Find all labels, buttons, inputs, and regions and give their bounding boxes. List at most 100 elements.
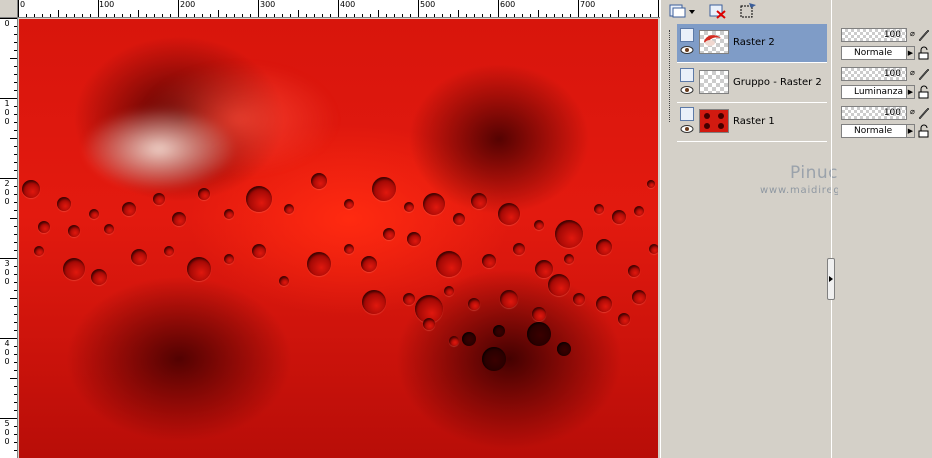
raster-layer-icon [680, 107, 694, 121]
panel-splitter-handle[interactable] [827, 258, 835, 300]
bubble [91, 269, 107, 285]
blend-mode-select[interactable]: Normale [841, 46, 907, 60]
canvas-frame [19, 19, 658, 458]
bubble [372, 177, 396, 201]
bubble [471, 193, 487, 209]
bubble [548, 274, 570, 296]
ruler-label: 400 [340, 0, 356, 9]
bubble [594, 204, 604, 214]
ruler-label: 0 [4, 19, 10, 28]
new-layer-icon [669, 4, 695, 18]
ruler-label: 0 [4, 197, 10, 206]
stroke-mark: ⌀ [910, 68, 915, 77]
ruler-label: 0 [4, 268, 10, 277]
brush-icon[interactable] [917, 67, 931, 81]
blend-mode-select[interactable]: Normale [841, 124, 907, 138]
blend-mode-select[interactable]: Luminanza [841, 85, 907, 99]
mask-button[interactable] [737, 1, 759, 21]
ruler-label: 5 [4, 419, 10, 428]
bubble [596, 239, 612, 255]
ruler-label: 300 [260, 0, 276, 9]
bubble [34, 246, 44, 256]
raster2-thumb-graphic [704, 35, 722, 46]
bubble [122, 202, 136, 216]
ruler-label: 0 [4, 277, 10, 286]
bubble [436, 251, 462, 277]
layer-row-gruppo-raster-2[interactable]: Gruppo - Raster 2 [677, 64, 827, 103]
bubble [423, 193, 445, 215]
bubble [618, 313, 630, 325]
bubble [68, 225, 80, 237]
stroke-mark: ⌀ [910, 107, 915, 116]
stroke-mark: ⌀ [910, 29, 915, 38]
image-canvas[interactable] [19, 19, 658, 458]
ruler-vertical[interactable]: 0 1 0 0 2 0 0 3 0 0 4 0 0 5 0 0 [0, 18, 18, 458]
layer-name: Raster 2 [733, 37, 775, 48]
lock-icon[interactable] [917, 124, 931, 138]
ruler-label: 0 [4, 108, 10, 117]
bubble [449, 336, 459, 346]
bubble [557, 342, 571, 356]
bubble [649, 244, 658, 254]
opacity-field[interactable]: 100 [841, 67, 907, 81]
bubble [647, 180, 655, 188]
bubble [596, 296, 612, 312]
layer-thumbnail [699, 70, 729, 94]
ruler-horizontal[interactable]: 0 100 200 300 400 500 600 700 [18, 0, 660, 18]
bubble [612, 210, 626, 224]
bubble [444, 286, 454, 296]
ruler-label: 1 [4, 99, 10, 108]
bubble [224, 254, 234, 264]
blend-mode-dropdown-button[interactable]: ▶ [906, 46, 915, 60]
blurred-highlight-shape [39, 39, 339, 229]
ruler-label: 600 [500, 0, 516, 9]
bubble [344, 244, 354, 254]
visibility-eye-icon[interactable] [680, 124, 694, 134]
ruler-label: 0 [4, 188, 10, 197]
delete-layer-button[interactable] [707, 1, 729, 21]
layer-thumbnail [699, 30, 729, 54]
blend-mode-dropdown-button[interactable]: ▶ [906, 124, 915, 138]
ruler-label: 0 [20, 0, 26, 9]
bubble [632, 290, 646, 304]
ruler-ticks-horizontal [18, 0, 659, 17]
bubble [555, 220, 583, 248]
layer-name: Gruppo - Raster 2 [733, 77, 822, 88]
bubble [22, 180, 40, 198]
bubble [307, 252, 331, 276]
lock-icon[interactable] [917, 46, 931, 60]
layer-props-raster-1: 100 ⌀ Normale ▶ [838, 103, 932, 142]
delete-layer-icon [709, 4, 726, 19]
lock-icon[interactable] [917, 85, 931, 99]
bubble [311, 173, 327, 189]
layer-row-raster-2[interactable]: Raster 2 [677, 24, 827, 63]
new-layer-button[interactable] [667, 1, 697, 21]
bubble [57, 197, 71, 211]
visibility-eye-icon[interactable] [680, 85, 694, 95]
bubble [482, 254, 496, 268]
bubble [573, 293, 585, 305]
bubble [527, 322, 551, 346]
bubble [535, 260, 553, 278]
layer-row-raster-1[interactable]: Raster 1 [677, 103, 827, 142]
layer-name: Raster 1 [733, 116, 775, 127]
raster-layer-icon [680, 68, 694, 82]
brush-icon[interactable] [917, 28, 931, 42]
bubble [634, 206, 644, 216]
bubble [131, 249, 147, 265]
layer-tree-line [669, 30, 670, 122]
opacity-field[interactable]: 100 [841, 106, 907, 120]
bubble [63, 258, 85, 280]
bubble [344, 199, 354, 209]
bubble [172, 212, 186, 226]
opacity-field[interactable]: 100 [841, 28, 907, 42]
bubble [493, 325, 505, 337]
bubble [462, 332, 476, 346]
visibility-eye-icon[interactable] [680, 45, 694, 55]
bubble [361, 256, 377, 272]
brush-icon[interactable] [917, 106, 931, 120]
bubble [362, 290, 386, 314]
ruler-label: 0 [4, 117, 10, 126]
blend-mode-dropdown-button[interactable]: ▶ [906, 85, 915, 99]
bubble [407, 232, 421, 246]
